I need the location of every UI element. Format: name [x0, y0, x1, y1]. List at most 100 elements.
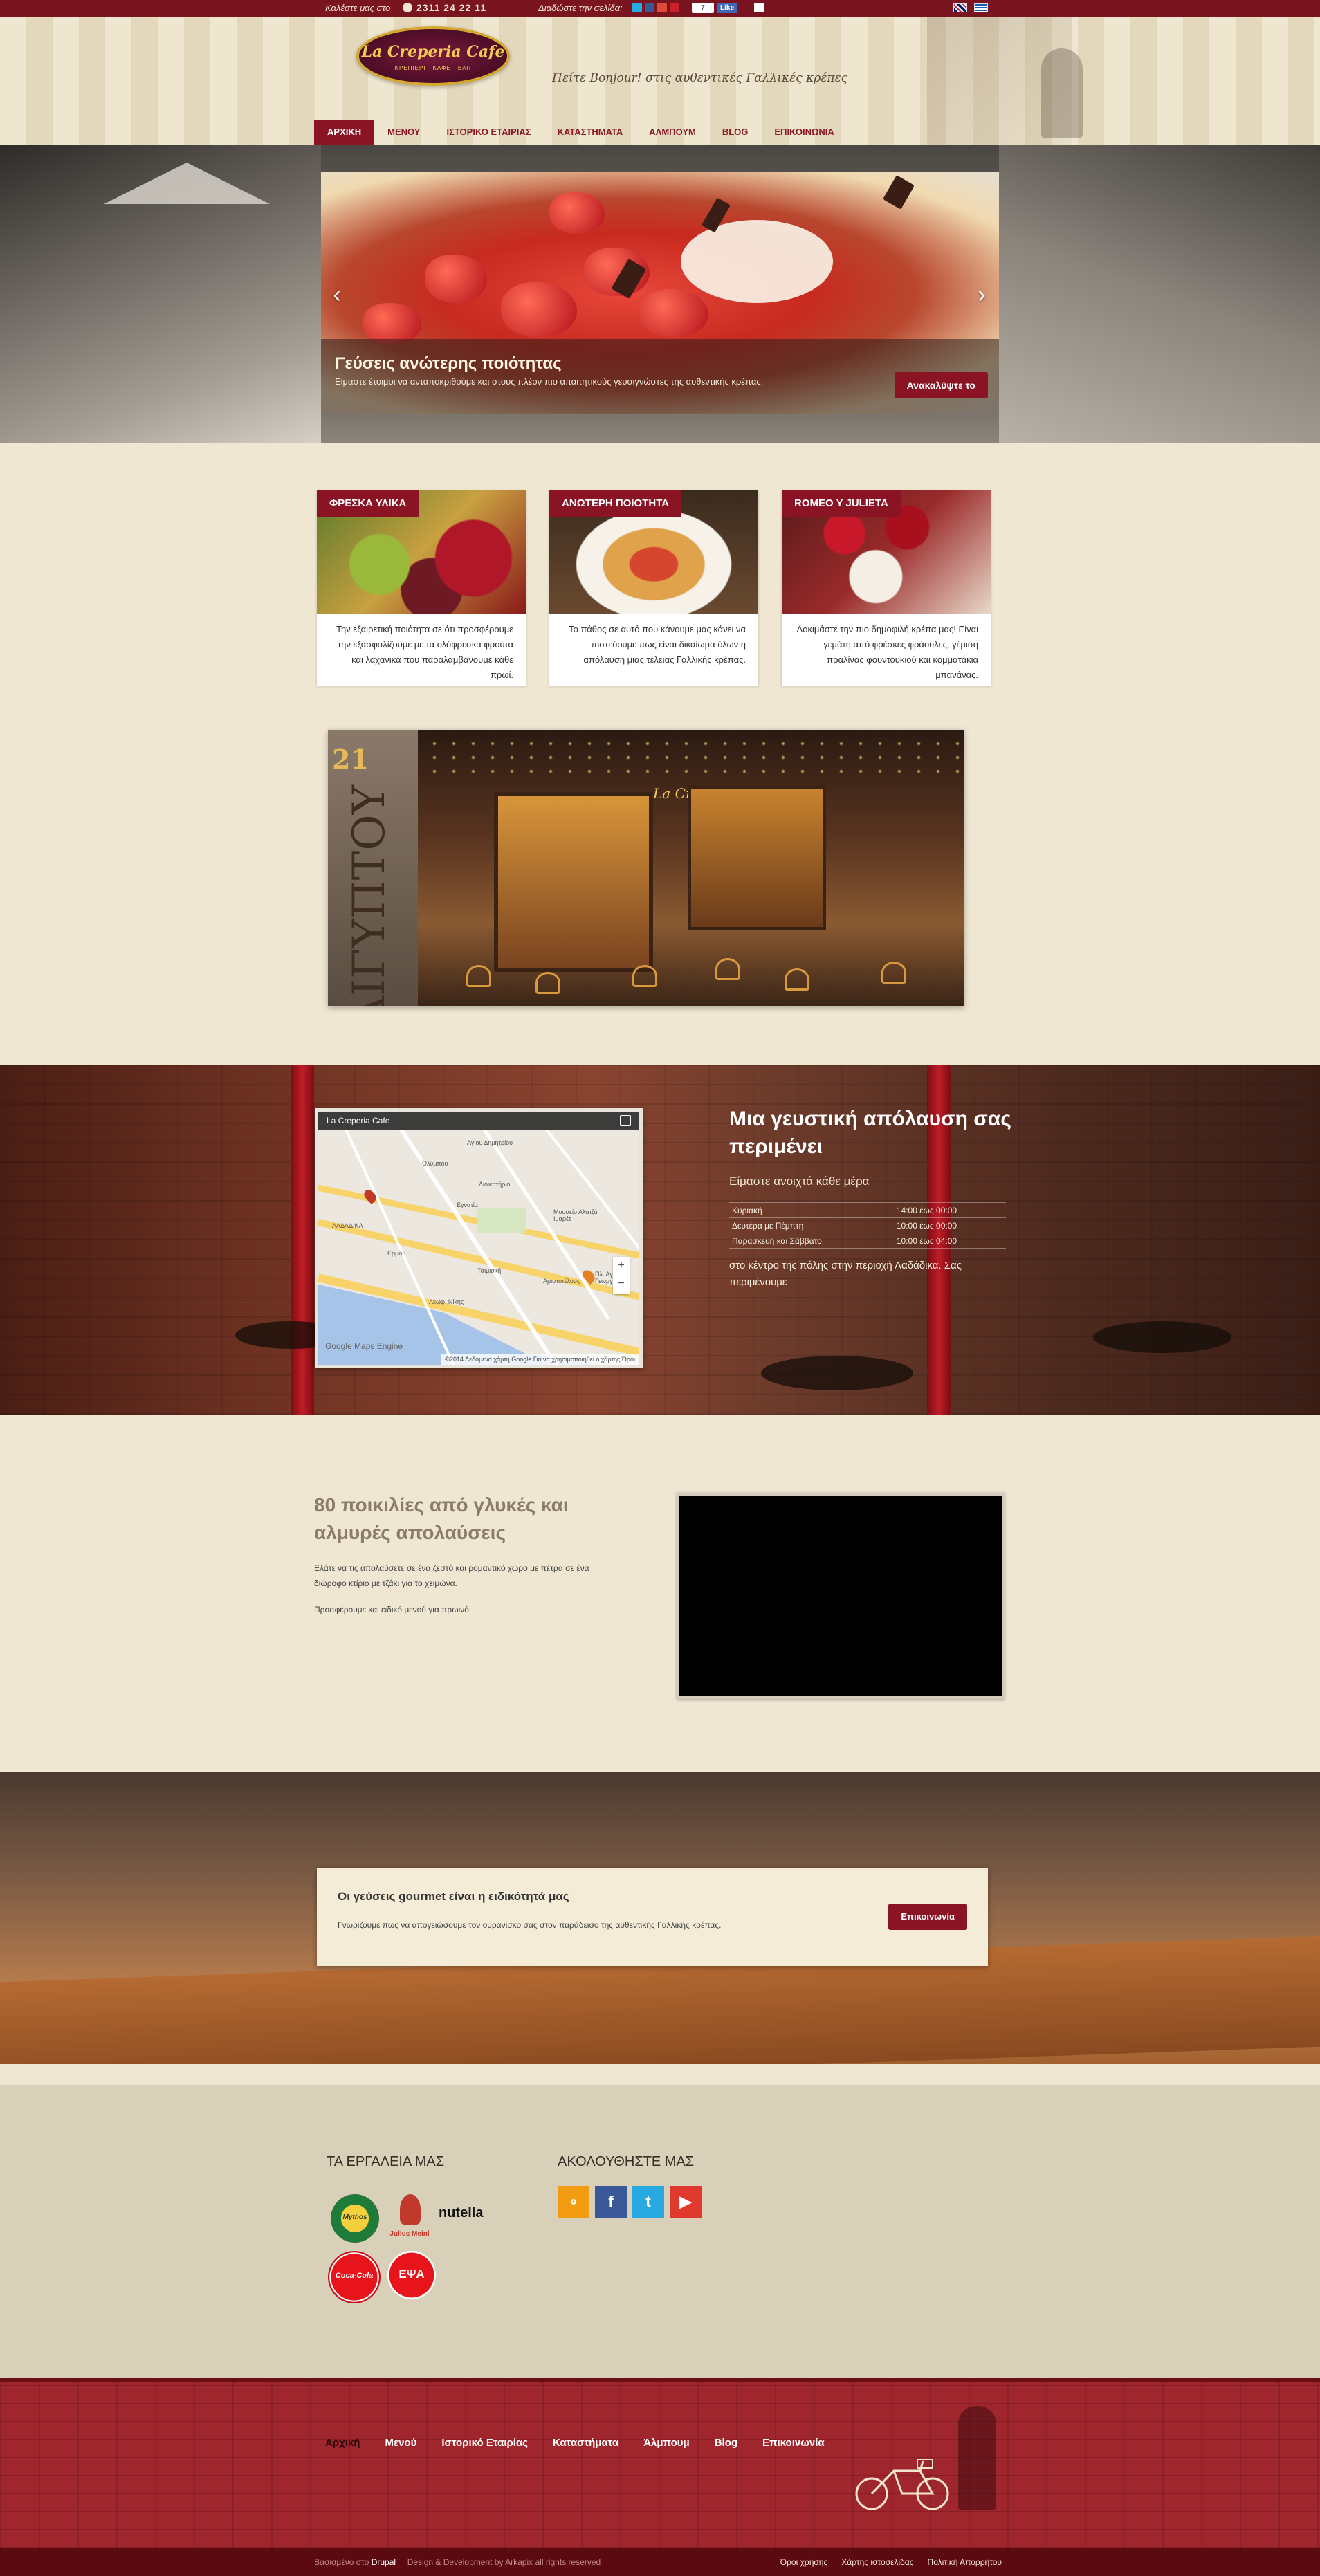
strawberry [363, 303, 421, 344]
map-attribution[interactable]: ©2014 Δεδομένα χάρτη Google Για να χρησι… [441, 1354, 639, 1365]
hero-banner: Γεύσεις ανώτερης ποιότητας Είμαστε έτοιμ… [0, 145, 1320, 443]
mythos-logo[interactable]: Mythos [331, 2194, 379, 2243]
table-row: Δευτέρα με Πέμπτη 10:00 έως 00:00 [729, 1217, 1006, 1233]
rss-icon[interactable]: ∘ [558, 2186, 589, 2218]
nav-item-album[interactable]: ΑΛΜΠΟΥΜ [636, 120, 709, 145]
contact-button[interactable]: Επικοινωνία [888, 1904, 967, 1930]
logo-title: La Creperia Cafe [361, 43, 505, 61]
slide-title: Γεύσεις ανώτερης ποιότητας [335, 354, 562, 373]
footer-nav-album[interactable]: Άλμπουμ [643, 2437, 690, 2449]
cafe-chair [535, 972, 560, 994]
zoom-out-button[interactable]: − [613, 1275, 630, 1293]
map-street-label: Ολύμπου [422, 1160, 448, 1167]
julius-meinl-logo[interactable]: Julius Meinl [382, 2194, 437, 2243]
map-street-label: Αγίου Δημητρίου [467, 1139, 513, 1146]
site-logo[interactable]: La Creperia Cafe ΚΡΕΠΙΕΡΙ · ΚΑΦΕ · BAR [356, 26, 510, 86]
facebook-icon[interactable]: f [595, 2186, 627, 2218]
bicycle-illustration [855, 2459, 949, 2510]
facebook-share-icon[interactable] [645, 3, 654, 12]
strawberry [549, 192, 605, 234]
logo-label: Coca-Cola [335, 2272, 374, 2280]
footer-nav-contact[interactable]: Επικοινωνία [762, 2437, 825, 2449]
footer-nav-blog[interactable]: Blog [715, 2437, 737, 2449]
map-street-label: Τσιμισκή [477, 1267, 502, 1274]
slide-caption: Γεύσεις ανώτερης ποιότητας Είμαστε έτοιμ… [321, 339, 999, 414]
epsa-logo[interactable]: ΕΨΑ [387, 2251, 436, 2299]
discover-button[interactable]: Ανακαλύψτε το [894, 372, 988, 398]
nav-item-history[interactable]: ΙΣΤΟΡΙΚΟ ΕΤΑΙΡΙΑΣ [433, 120, 544, 145]
map-zoom-control[interactable]: + − [613, 1257, 630, 1294]
nav-item-blog[interactable]: BLOG [709, 120, 762, 145]
strawberry [425, 255, 487, 303]
feature-card-quality[interactable]: ΑΝΩΤΕΡΗ ΠΟΙΟΤΗΤΑ Το πάθος σε αυτό που κά… [549, 490, 758, 686]
nav-item-menu[interactable]: ΜΕΝΟΥ [374, 120, 433, 145]
street-sign: 21 ΑΙΓΥΠΤΟΥ [328, 730, 418, 1006]
red-curtain [291, 1065, 314, 1415]
gourmet-callout: Οι γεύσεις gourmet είναι η ειδικότητά μα… [317, 1868, 988, 1966]
street-number: 21 [332, 744, 369, 775]
footer-nav-history[interactable]: Ιστορικό Εταιρίας [441, 2437, 528, 2449]
youtube-icon[interactable]: ▶ [670, 2186, 702, 2218]
table-row: Κυριακή 14:00 έως 00:00 [729, 1202, 1006, 1218]
design-credit[interactable]: Design & Development by Arkapix all righ… [407, 2557, 601, 2567]
google-map[interactable]: La Creperia Cafe Αγίου Δημητρίου Ολύμπου… [315, 1108, 643, 1368]
zoom-in-button[interactable]: + [613, 1257, 630, 1275]
feature-card-fresh[interactable]: ΦΡΕΣΚΑ ΥΛΙΚΑ Την εξαιρετική ποιότητα σε … [317, 490, 526, 686]
slider-next-icon[interactable]: › [971, 282, 992, 307]
cafe-table [761, 1356, 913, 1390]
chocolate-piece [883, 175, 915, 210]
main-nav: ΑΡΧΙΚΗ ΜΕΝΟΥ ΙΣΤΟΡΙΚΟ ΕΤΑΙΡΙΑΣ ΚΑΤΑΣΤΗΜΑ… [314, 120, 847, 145]
coca-cola-logo[interactable]: Coca-Cola [328, 2251, 381, 2303]
site-footer [0, 2378, 1320, 2548]
fullscreen-icon[interactable] [620, 1115, 631, 1126]
map-canvas [318, 1128, 639, 1365]
feature-label: ΦΡΕΣΚΑ ΥΛΙΚΑ [317, 490, 419, 517]
pinterest-share-icon[interactable] [670, 3, 679, 12]
hours-day: Κυριακή [729, 1202, 894, 1218]
top-bar: Καλέστε μας στο 2311 24 22 11 Διαδώστε τ… [0, 0, 1320, 17]
terms-link[interactable]: Όροι χρήσης [780, 2557, 827, 2567]
breakfast-text: Προσφέρουμε και ειδικό μενού για πρωινό [314, 1605, 469, 1614]
map-title: La Creperia Cafe [327, 1116, 390, 1125]
slider-prev-icon[interactable]: ‹ [327, 282, 347, 307]
privacy-link[interactable]: Πολιτική Απορρήτου [928, 2557, 1002, 2567]
storefront-entrance [494, 792, 653, 972]
googleplus-share-icon[interactable] [657, 3, 667, 12]
sitemap-link[interactable]: Χάρτης ιστοσελίδας [841, 2557, 913, 2567]
twitter-icon[interactable]: t [632, 2186, 664, 2218]
tools-heading: ΤΑ ΕΡΓΑΛΕΙΑ ΜΑΣ [327, 2154, 445, 2169]
gplus-button[interactable] [754, 3, 764, 12]
varieties-title: 80 ποικιλίες από γλυκές και αλμυρές απολ… [314, 1494, 569, 1543]
gourmet-title: Οι γεύσεις gourmet είναι η ειδικότητά μα… [338, 1890, 569, 1903]
footer-nav-home[interactable]: Αρχική [325, 2437, 360, 2449]
footer-nav: Αρχική Μενού Ιστορικό Εταιρίας Καταστήμα… [325, 2437, 850, 2449]
drupal-link[interactable]: Drupal [372, 2557, 396, 2567]
map-street-label: ΛΑΔΑΔΙΚΑ [332, 1222, 363, 1229]
map-street-label: Αριστοτέλους [543, 1278, 580, 1285]
cream-swirl [681, 220, 833, 303]
feature-text: Την εξαιρετική ποιότητα σε ότι προσφέρου… [336, 624, 513, 680]
nav-item-contact[interactable]: ΕΠΙΚΟΙΝΩΝΙΑ [761, 120, 847, 145]
header-couple-silhouette [1041, 48, 1083, 138]
footer-nav-stores[interactable]: Καταστήματα [553, 2437, 618, 2449]
facebook-like-button[interactable]: Like [717, 3, 738, 13]
nutella-logo[interactable]: nutella [439, 2205, 483, 2221]
footer-nav-menu[interactable]: Μενού [385, 2437, 416, 2449]
cafe-table [1093, 1321, 1231, 1353]
phone-number[interactable]: 2311 24 22 11 [416, 2, 486, 13]
storefront-window [688, 785, 826, 930]
feature-card-romeo[interactable]: ROMEO Y JULIETA Δοκιμάστε την πιο δημοφι… [782, 490, 991, 686]
map-street-label: Ερμού [387, 1250, 406, 1257]
twitter-share-icon[interactable] [632, 3, 642, 12]
credits: Βασισμένο στο Drupal Design & Developmen… [314, 2557, 601, 2567]
hours-day: Δευτέρα με Πέμπτη [729, 1217, 894, 1233]
nav-item-stores[interactable]: ΚΑΤΑΣΤΗΜΑΤΑ [544, 120, 636, 145]
nav-item-home[interactable]: ΑΡΧΙΚΗ [314, 120, 375, 145]
feature-label: ROMEO Y JULIETA [782, 490, 901, 517]
legal-links: Όροι χρήσης Χάρτης ιστοσελίδας Πολιτική … [767, 2557, 1002, 2567]
video-player[interactable] [677, 1493, 1005, 1699]
slide-text: Είμαστε έτοιμοι να ανταποκριθούμε και στ… [335, 376, 764, 387]
hours-day: Παρασκευή και Σάββατο [729, 1233, 894, 1249]
flag-greece-icon[interactable] [974, 3, 988, 12]
flag-uk-icon[interactable] [953, 3, 967, 12]
